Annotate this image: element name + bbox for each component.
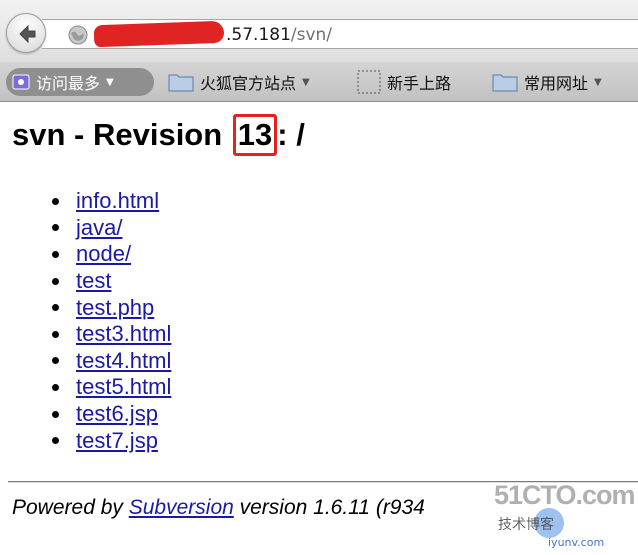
bookmark-most-visited[interactable]: 访问最多 ▼ <box>6 68 154 96</box>
list-item: info.html <box>52 188 171 215</box>
url-bar[interactable]: .57.181/svn/ <box>42 19 638 49</box>
title-prefix: svn - Revision <box>12 117 231 152</box>
chevron-down-icon: ▼ <box>106 76 114 88</box>
list-item: test4.html <box>52 348 171 375</box>
footer-suffix: version 1.6.11 (r934 <box>233 496 425 519</box>
file-list: info.html java/ node/ test test.php test… <box>52 188 171 454</box>
watermark-sub: 技术博客 <box>498 517 554 533</box>
file-link[interactable]: test6.jsp <box>76 401 158 427</box>
title-suffix: : / <box>277 117 305 152</box>
bullet <box>52 197 59 205</box>
bookmark-folder-firefox-sites[interactable]: 火狐官方站点 ▼ <box>168 68 310 96</box>
bullet <box>52 437 59 445</box>
back-button[interactable] <box>6 13 46 53</box>
folder-icon <box>168 74 194 92</box>
bullet <box>52 330 59 338</box>
file-link[interactable]: test3.html <box>76 321 171 347</box>
bullet <box>52 277 59 285</box>
bullet <box>52 224 59 232</box>
list-item: test5.html <box>52 374 171 401</box>
chevron-down-icon: ▼ <box>302 76 310 88</box>
file-link[interactable]: node/ <box>76 241 131 267</box>
url-text: .57.181/svn/ <box>226 24 332 46</box>
folder-icon <box>492 74 518 92</box>
page-icon <box>357 70 381 94</box>
chevron-down-icon: ▼ <box>594 76 602 88</box>
bookmark-label: 火狐官方站点 <box>200 74 297 93</box>
list-item: node/ <box>52 241 171 268</box>
url-path: /svn/ <box>290 25 333 45</box>
list-item: test.php <box>52 294 171 321</box>
subversion-link[interactable]: Subversion <box>129 496 234 519</box>
file-link[interactable]: test7.jsp <box>76 428 158 454</box>
list-item: test7.jsp <box>52 427 171 454</box>
list-item: test <box>52 268 171 295</box>
footer: Powered by Subversion version 1.6.11 (r9… <box>12 494 425 522</box>
revision-number-highlight: 13 <box>232 114 278 156</box>
watermark: 51CTO.com 技术博客 iyunv.com <box>486 478 638 555</box>
redaction-mark <box>93 20 225 48</box>
file-link[interactable]: test <box>76 268 111 294</box>
page-title: svn - Revision 13: / <box>12 114 305 156</box>
file-link[interactable]: test5.html <box>76 374 171 400</box>
url-host: .57.181 <box>226 25 291 45</box>
bullet <box>52 304 59 312</box>
watermark-url: iyunv.com <box>548 536 605 549</box>
list-item: java/ <box>52 215 171 242</box>
bullet <box>52 410 59 418</box>
bullet <box>52 383 59 391</box>
bookmark-label: 访问最多 <box>36 74 101 93</box>
bookmark-getting-started[interactable]: 新手上路 <box>357 68 451 96</box>
list-item: test6.jsp <box>52 401 171 428</box>
bookmark-label: 常用网址 <box>524 74 589 93</box>
footer-prefix: Powered by <box>12 496 129 519</box>
bookmarks-toolbar: 访问最多 ▼ 火狐官方站点 ▼ 新手上路 常用网址 ▼ <box>0 62 638 102</box>
file-link[interactable]: info.html <box>76 188 159 214</box>
watermark-main: 51CTO.com <box>494 480 636 510</box>
list-item: test3.html <box>52 321 171 348</box>
file-link[interactable]: test.php <box>76 295 154 321</box>
globe-icon <box>68 25 88 45</box>
bookmark-folder-common-sites[interactable]: 常用网址 ▼ <box>492 68 602 96</box>
bullet <box>52 357 59 365</box>
bullet <box>52 250 59 258</box>
navigation-bar: .57.181/svn/ <box>0 0 638 62</box>
back-arrow-icon <box>19 24 36 44</box>
bookmark-label: 新手上路 <box>387 74 452 93</box>
most-visited-icon <box>12 74 30 90</box>
file-link[interactable]: test4.html <box>76 348 171 374</box>
file-link[interactable]: java/ <box>76 215 122 241</box>
